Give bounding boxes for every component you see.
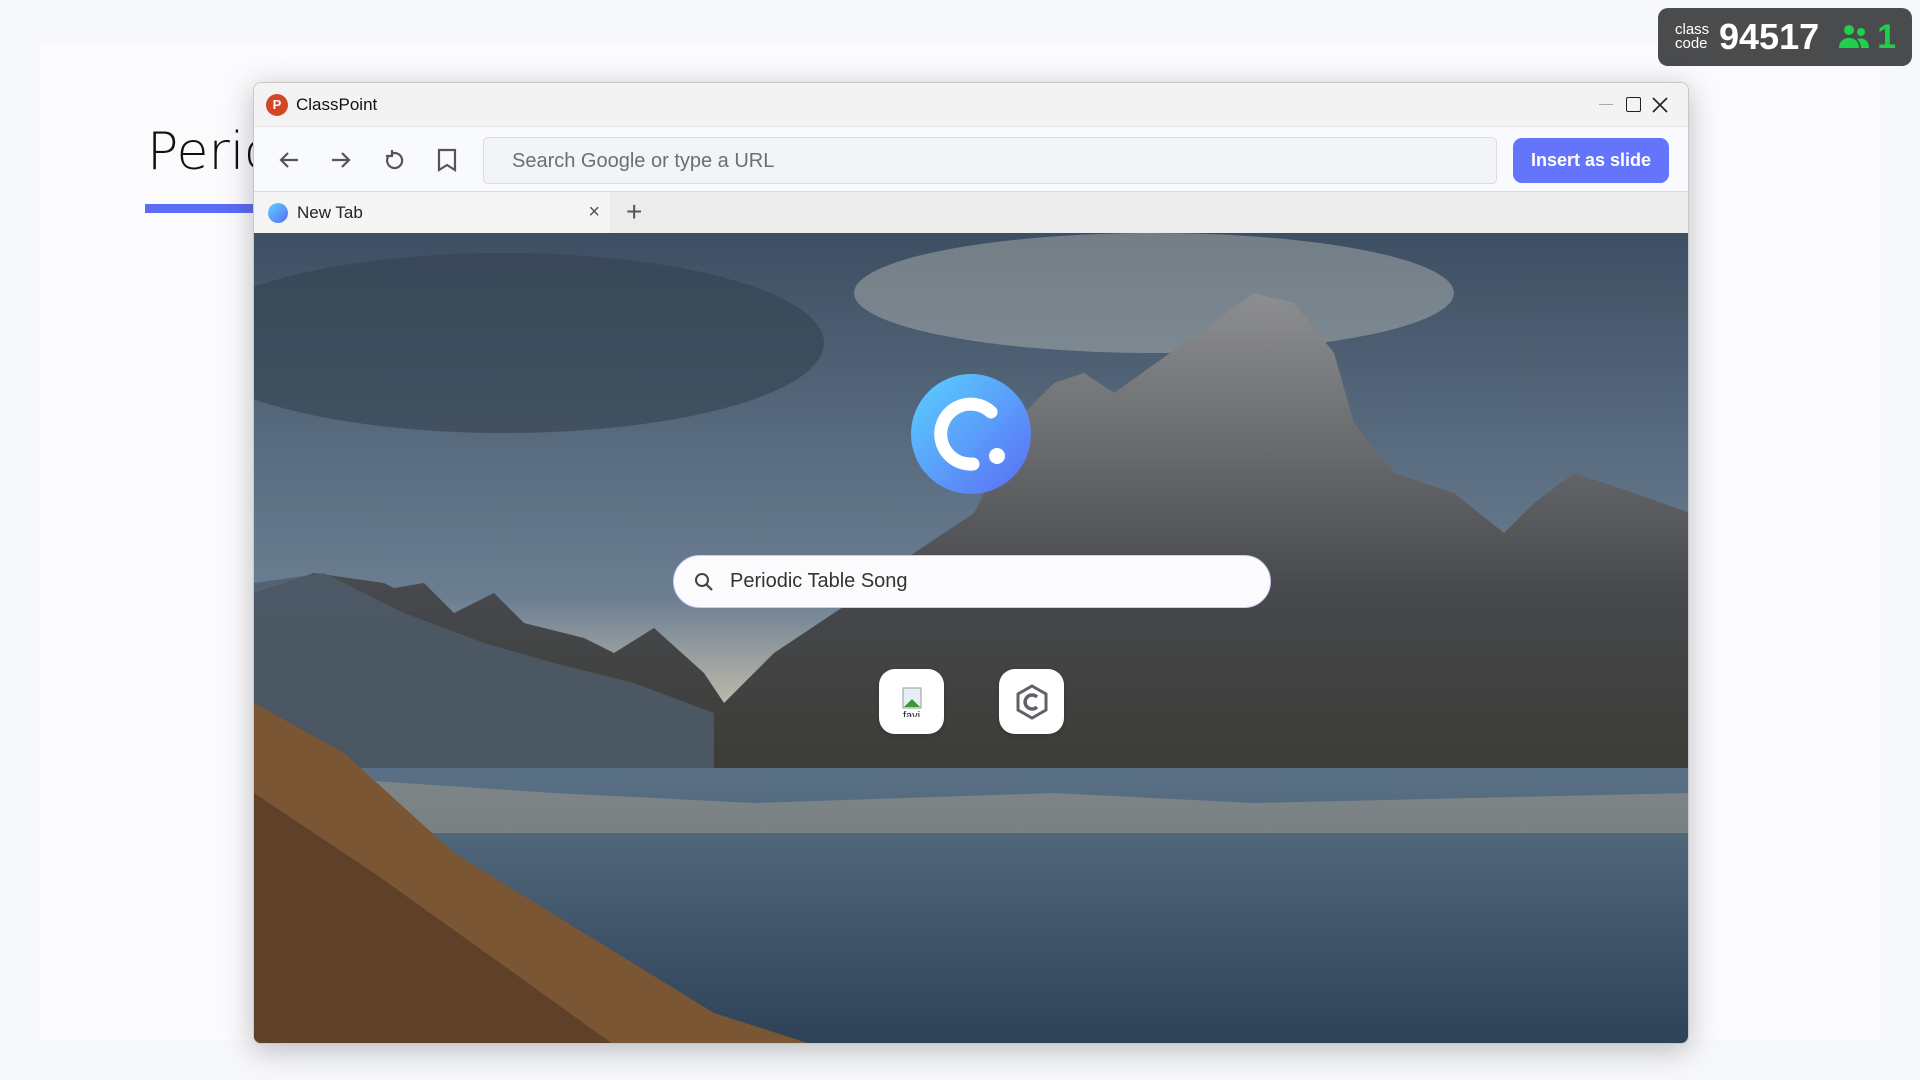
participants-icon xyxy=(1839,25,1870,48)
powerpoint-icon: P xyxy=(266,93,288,116)
tab-close-button[interactable]: × xyxy=(588,201,600,224)
insert-as-slide-button[interactable]: Insert as slide xyxy=(1513,138,1669,183)
landscape-background xyxy=(254,233,1688,1043)
classpoint-c-icon xyxy=(934,397,1005,471)
class-code: 94517 xyxy=(1719,16,1820,57)
bookmark-icon xyxy=(437,148,457,172)
arrow-left-icon xyxy=(279,152,298,168)
new-tab-page: Periodic Table Song favi xyxy=(254,233,1688,1043)
reload-icon xyxy=(386,150,404,170)
address-bar[interactable]: Search Google or type a URL xyxy=(483,137,1497,184)
close-button[interactable] xyxy=(1630,83,1688,126)
title-bar: P ClassPoint xyxy=(254,83,1688,126)
search-value: Periodic Table Song xyxy=(730,570,908,592)
toolbar: Search Google or type a URL Insert as sl… xyxy=(254,126,1688,192)
search-icon xyxy=(695,572,713,591)
tab-new-tab[interactable]: New Tab × xyxy=(254,192,610,233)
browser-window: P ClassPoint Search Google or type a URL… xyxy=(253,82,1689,1044)
shortcut-1-label: favi xyxy=(902,710,921,717)
arrow-right-icon xyxy=(332,152,351,168)
tab-bar: New Tab × + xyxy=(254,192,1688,233)
code-label: code xyxy=(1675,35,1708,52)
new-tab-button[interactable]: + xyxy=(626,196,642,228)
participants-count: 1 xyxy=(1877,17,1897,56)
close-icon xyxy=(1652,96,1668,113)
participants: 1 xyxy=(1837,18,1896,57)
tab-label: New Tab xyxy=(297,202,363,222)
classpoint-hex-icon xyxy=(1016,683,1047,720)
shortcut-1[interactable]: favi xyxy=(879,669,944,734)
classpoint-tab-icon xyxy=(268,202,288,223)
class-code-badge[interactable]: class code 94517 1 xyxy=(1658,8,1912,66)
class-code-label: class code xyxy=(1675,22,1715,52)
classpoint-logo xyxy=(911,374,1031,494)
window-title: ClassPoint xyxy=(296,94,378,114)
reload-button[interactable] xyxy=(379,145,409,175)
forward-button[interactable] xyxy=(326,145,356,175)
shortcut-2[interactable] xyxy=(999,669,1064,734)
slide-title-underline xyxy=(145,204,265,213)
back-button[interactable] xyxy=(274,145,304,175)
search-input[interactable]: Periodic Table Song xyxy=(673,555,1271,608)
broken-image-icon xyxy=(902,687,921,708)
bookmark-button[interactable] xyxy=(432,145,462,175)
